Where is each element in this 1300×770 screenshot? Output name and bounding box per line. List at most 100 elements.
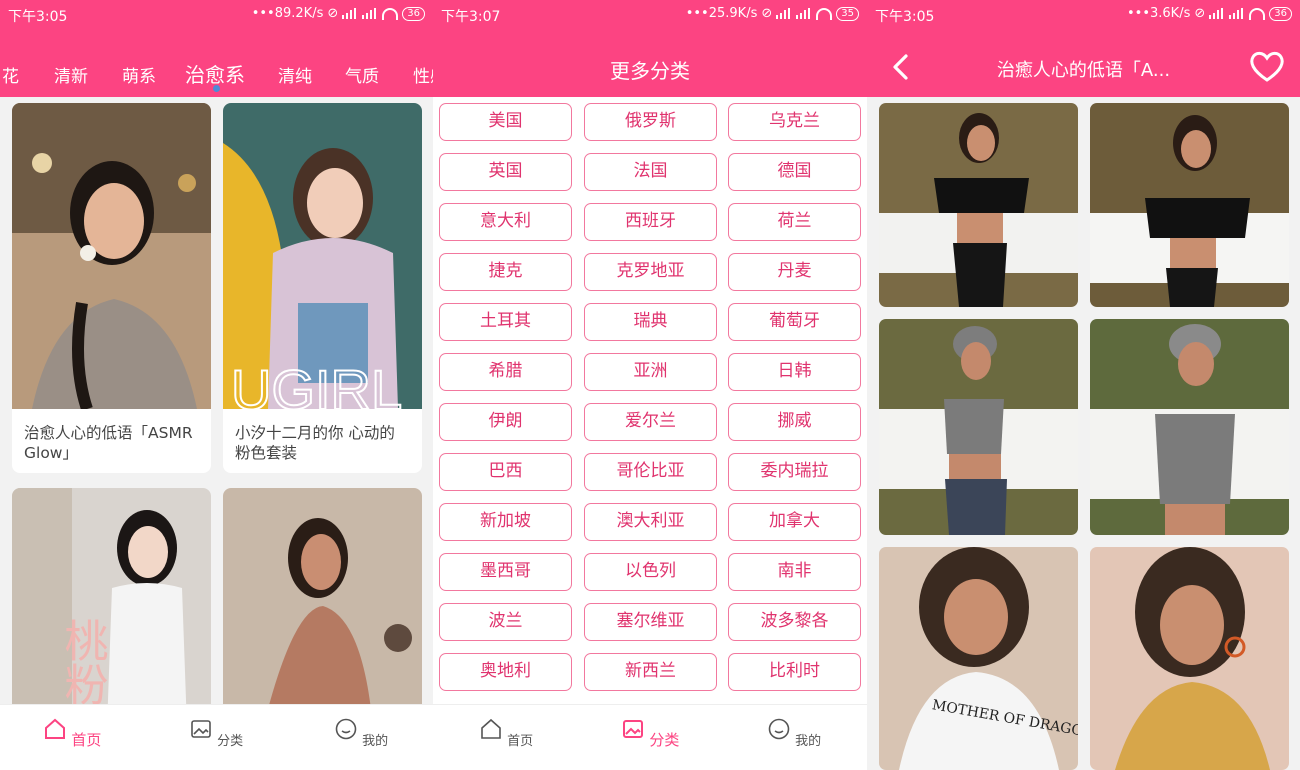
back-arrow-icon[interactable] <box>889 52 913 82</box>
album-card[interactable]: 治愈人心的低语「ASMR Glow」 <box>12 103 211 473</box>
category-chip[interactable]: 墨西哥 <box>439 553 572 591</box>
category-chip[interactable]: 以色列 <box>584 553 717 591</box>
category-chip[interactable]: 克罗地亚 <box>584 253 717 291</box>
status-right: •••25.9K/s ⊘ 35 <box>686 6 859 21</box>
nav-mine-label: 我的 <box>795 734 822 749</box>
category-chip[interactable]: 日韩 <box>728 353 861 391</box>
nav-category-label: 分类 <box>217 734 244 749</box>
photo-thumb[interactable] <box>879 319 1078 535</box>
mute-icon: ⊘ <box>327 6 339 21</box>
battery-icon: 36 <box>402 6 425 21</box>
category-screen: 下午3:07 •••25.9K/s ⊘ 35 更多分类 美国 俄罗斯 乌克兰英国 法国… <box>433 0 867 770</box>
page-title: 更多分类 <box>610 59 690 83</box>
album-title: 治癒人心的低语「A... <box>996 60 1171 81</box>
category-chip[interactable]: 爱尔兰 <box>584 403 717 441</box>
category-chip[interactable]: 澳大利亚 <box>584 503 717 541</box>
tab-xinggan[interactable]: 性感 <box>413 62 433 87</box>
category-chip[interactable]: 捷克 <box>439 253 572 291</box>
category-chip[interactable]: 西班牙 <box>584 203 717 241</box>
category-chip[interactable]: 挪威 <box>728 403 861 441</box>
status-bar: 下午3:05 •••89.2K/s ⊘ 36 <box>0 0 433 30</box>
category-chip[interactable]: 土耳其 <box>439 303 572 341</box>
category-chip[interactable]: 荷兰 <box>728 203 861 241</box>
nav-home[interactable]: 首页 <box>466 717 546 749</box>
signal-icon <box>776 8 792 19</box>
nav-home-label: 首页 <box>507 734 534 749</box>
tab-mengxi[interactable]: 萌系 <box>122 62 156 87</box>
nav-mine[interactable]: 我的 <box>754 717 834 749</box>
tab-qingxin[interactable]: 清新 <box>54 62 88 87</box>
photo-thumb[interactable] <box>879 103 1078 307</box>
category-chip[interactable]: 法国 <box>584 153 717 191</box>
album-card[interactable]: UGIRL 小汐十二月的你 心动的粉色套装 <box>223 103 422 473</box>
home-icon <box>481 718 501 739</box>
category-chip[interactable]: 新加坡 <box>439 503 572 541</box>
category-chip[interactable]: 塞尔维亚 <box>584 603 717 641</box>
category-chip[interactable]: 波兰 <box>439 603 572 641</box>
nav-category[interactable]: 分类 <box>610 717 690 750</box>
nav-home-label: 首页 <box>71 731 102 749</box>
category-chip[interactable]: 瑞典 <box>584 303 717 341</box>
ugirl-watermark: UGIRL <box>231 358 402 409</box>
album-cover <box>223 488 422 728</box>
battery-icon: 36 <box>1269 6 1292 21</box>
category-chip[interactable]: 亚洲 <box>584 353 717 391</box>
category-chip[interactable]: 英国 <box>439 153 572 191</box>
home-screen: 下午3:05 •••89.2K/s ⊘ 36 花 清新 萌系 治愈系 清纯 气质… <box>0 0 433 770</box>
status-bar: 下午3:05 •••3.6K/s ⊘ 36 <box>867 0 1300 30</box>
category-chip[interactable]: 伊朗 <box>439 403 572 441</box>
status-time: 下午3:07 <box>441 9 501 25</box>
favorite-heart-icon[interactable] <box>1248 48 1286 84</box>
photo-thumb[interactable] <box>1090 319 1289 535</box>
photo-thumb[interactable] <box>1090 103 1289 307</box>
category-chip[interactable]: 葡萄牙 <box>728 303 861 341</box>
album-cover <box>12 103 211 411</box>
category-chip[interactable]: 德国 <box>728 153 861 191</box>
battery-icon: 35 <box>836 6 859 21</box>
mute-icon: ⊘ <box>1194 6 1206 21</box>
category-chip[interactable]: 巴西 <box>439 453 572 491</box>
category-chip[interactable]: 比利时 <box>728 653 861 691</box>
album-card[interactable]: 桃粉の <box>12 488 211 728</box>
category-chip[interactable]: 南非 <box>728 553 861 591</box>
album-cover: UGIRL <box>223 103 422 422</box>
category-chip[interactable]: 丹麦 <box>728 253 861 291</box>
nav-category[interactable]: 分类 <box>176 717 256 749</box>
tab-zhiyuxi[interactable]: 治愈系 <box>185 59 245 88</box>
nav-home[interactable]: 首页 <box>32 717 112 750</box>
photo-thumb[interactable]: MOTHER OF DRAGONS <box>879 547 1078 770</box>
category-chip[interactable]: 意大利 <box>439 203 572 241</box>
tab-qizhi[interactable]: 气质 <box>345 62 379 87</box>
category-chip[interactable]: 美国 <box>439 103 572 141</box>
category-chip[interactable]: 奥地利 <box>439 653 572 691</box>
category-chip[interactable]: 乌克兰 <box>728 103 861 141</box>
wifi-icon <box>1249 7 1266 20</box>
category-chip[interactable]: 加拿大 <box>728 503 861 541</box>
tab-qingchun[interactable]: 清纯 <box>278 62 312 87</box>
network-speed: •••3.6K/s <box>1126 6 1191 21</box>
album-caption: 治愈人心的低语「ASMR Glow」 <box>24 424 193 462</box>
category-chip[interactable]: 波多黎各 <box>728 603 861 641</box>
image-icon <box>622 720 643 738</box>
tab-hua[interactable]: 花 <box>2 62 19 87</box>
nav-category-label: 分类 <box>649 731 680 749</box>
wifi-icon <box>816 7 833 20</box>
category-chip[interactable]: 委内瑞拉 <box>728 453 861 491</box>
nav-mine[interactable]: 我的 <box>321 717 401 749</box>
stage: 下午3:05 •••89.2K/s ⊘ 36 花 清新 萌系 治愈系 清纯 气质… <box>0 0 1300 770</box>
mute-icon: ⊘ <box>761 6 773 21</box>
network-speed: •••89.2K/s <box>251 6 324 21</box>
status-bar: 下午3:07 •••25.9K/s ⊘ 35 <box>433 0 867 30</box>
category-chip[interactable]: 哥伦比亚 <box>584 453 717 491</box>
signal-icon <box>1209 8 1225 19</box>
photo-thumb[interactable] <box>1090 547 1289 770</box>
album-detail-screen: 下午3:05 •••3.6K/s ⊘ 36 治癒人心的低语「A... MOTHE… <box>867 0 1300 770</box>
album-cover: 桃粉の <box>12 488 211 728</box>
category-chip[interactable]: 俄罗斯 <box>584 103 717 141</box>
category-chip[interactable]: 希腊 <box>439 353 572 391</box>
image-icon <box>191 720 211 738</box>
smile-icon <box>768 718 790 740</box>
signal-icon <box>1229 8 1245 19</box>
category-chip[interactable]: 新西兰 <box>584 653 717 691</box>
album-card[interactable] <box>223 488 422 728</box>
